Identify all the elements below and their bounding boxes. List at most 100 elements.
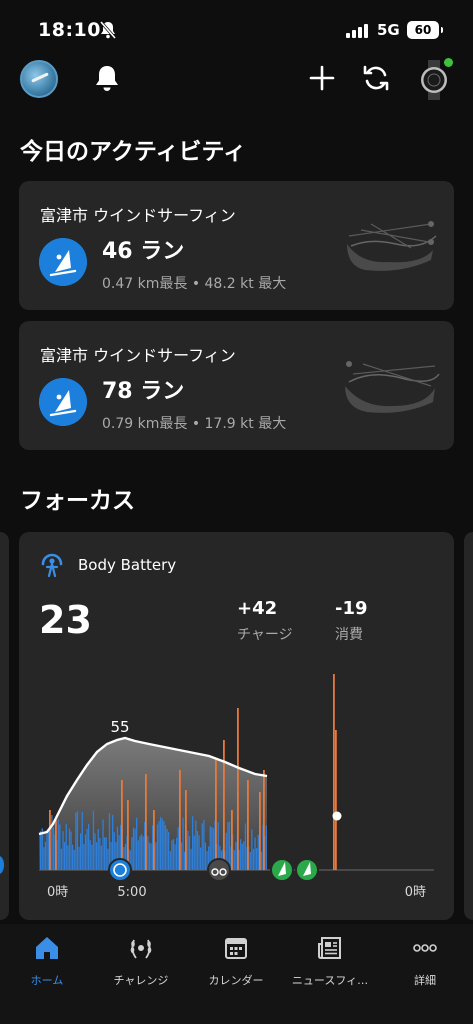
rest-bar xyxy=(235,841,237,870)
rest-bar xyxy=(142,836,144,870)
tab-newsfeed[interactable]: ニュースフィ… xyxy=(283,930,377,990)
section-title-focus: フォーカス xyxy=(20,488,135,514)
rest-bar xyxy=(80,833,82,870)
windsurfing-icon xyxy=(39,238,87,286)
rest-bar xyxy=(249,852,251,870)
notifications-bell-icon[interactable] xyxy=(91,62,123,94)
tab-more[interactable]: 詳細 xyxy=(378,930,472,990)
rest-bar xyxy=(96,842,98,870)
body-battery-chart[interactable]: 55 0時 5:00 0時 xyxy=(19,662,454,920)
rest-bar xyxy=(177,827,179,870)
stress-bar xyxy=(145,774,147,870)
tab-label: ホーム xyxy=(30,974,64,987)
rest-bar xyxy=(158,821,160,870)
tab-label: カレンダー xyxy=(208,974,264,987)
activity-location: 富津市 ウインドサーフィン xyxy=(40,206,236,225)
rest-bar xyxy=(59,824,61,870)
rest-bar xyxy=(252,848,255,870)
rest-bar xyxy=(260,851,263,870)
stress-bar xyxy=(259,792,261,870)
tab-home[interactable]: ホーム xyxy=(0,930,94,990)
tab-label: チャレンジ xyxy=(113,974,169,987)
rest-bar xyxy=(200,847,202,870)
rest-bar xyxy=(83,844,85,870)
rest-bar xyxy=(180,842,183,870)
stress-bar xyxy=(179,770,181,870)
rest-bar xyxy=(99,838,101,870)
home-icon xyxy=(36,937,58,959)
rest-bar xyxy=(192,816,194,870)
rest-bar xyxy=(265,825,267,870)
chart-peak-label: 55 xyxy=(110,718,129,736)
rest-bar xyxy=(67,845,69,870)
rest-bar xyxy=(57,819,59,870)
rest-bar xyxy=(160,817,162,870)
stress-bar xyxy=(185,790,187,870)
activity-runs: 46 ラン xyxy=(102,239,185,264)
rest-bar xyxy=(86,828,88,870)
status-bar: 18:10 5G 60 xyxy=(0,0,473,58)
battery-indicator: 60 xyxy=(407,21,443,39)
rest-bar xyxy=(172,839,175,870)
cycling-badge-icon xyxy=(207,858,231,882)
device-connected-dot xyxy=(444,58,453,67)
rest-bar xyxy=(228,821,231,870)
rest-bar xyxy=(176,837,178,870)
newspaper-icon xyxy=(318,937,341,959)
body-battery-charge: +42 xyxy=(237,598,278,619)
rest-bar xyxy=(134,828,136,870)
body-battery-drain: -19 xyxy=(335,598,368,619)
rest-bar xyxy=(251,829,253,870)
next-focus-card[interactable] xyxy=(464,532,473,920)
profile-avatar[interactable] xyxy=(20,60,58,98)
rest-bar xyxy=(60,848,63,870)
rest-bar xyxy=(188,836,191,870)
rest-bar xyxy=(256,848,258,870)
rest-bar xyxy=(136,817,138,870)
activity-detail: 0.79 km最長 • 17.9 kt 最大 xyxy=(102,416,287,432)
rest-bar xyxy=(148,842,151,870)
activity-card[interactable]: 富津市 ウインドサーフィン 78 ラン 0.79 km最長 • 17.9 kt … xyxy=(19,321,454,450)
windsurfing-icon xyxy=(39,378,87,426)
calendar-icon xyxy=(225,938,247,959)
rest-bar xyxy=(140,834,143,870)
rest-bar xyxy=(107,848,109,870)
add-icon[interactable] xyxy=(306,62,338,94)
sync-icon[interactable] xyxy=(360,62,392,94)
body-battery-drain-label: 消費 xyxy=(335,627,363,643)
rest-bar xyxy=(84,834,87,870)
body-battery-charge-label: チャージ xyxy=(237,627,293,643)
body-battery-card[interactable]: Body Battery 23 +42 チャージ -19 消費 55 0時 5:… xyxy=(19,532,454,920)
stress-bar xyxy=(333,674,335,870)
current-level-marker xyxy=(332,811,342,821)
stress-bar xyxy=(237,708,239,870)
chart-x-label-end: 0時 xyxy=(405,885,426,900)
network-type: 5G xyxy=(377,21,400,39)
tab-challenges[interactable]: チャレンジ xyxy=(94,930,188,990)
top-nav xyxy=(0,58,473,110)
stress-bar xyxy=(247,780,249,870)
body-battery-title: Body Battery xyxy=(78,556,177,574)
laurel-icon xyxy=(130,939,152,959)
rest-bar xyxy=(139,836,141,870)
stress-bar xyxy=(231,810,233,870)
rest-bar xyxy=(156,824,159,870)
rest-bar xyxy=(52,827,55,870)
activity-card[interactable]: 富津市 ウインドサーフィン 46 ラン 0.47 km最長 • 48.2 kt … xyxy=(19,181,454,310)
body-battery-icon xyxy=(41,553,63,578)
tab-label: ニュースフィ… xyxy=(291,974,369,987)
rest-bar xyxy=(94,833,96,870)
cellular-signal-icon xyxy=(346,24,370,38)
tab-calendar[interactable]: カレンダー xyxy=(189,930,283,990)
rest-bar xyxy=(166,828,168,870)
rest-bar xyxy=(131,837,133,870)
rest-bar xyxy=(70,831,72,870)
rest-bar xyxy=(169,851,171,870)
route-map-thumbnail xyxy=(345,361,440,413)
rest-bar xyxy=(187,830,189,870)
rest-bar xyxy=(243,841,245,870)
rest-bar xyxy=(190,848,192,870)
chart-x-label-5am: 5:00 xyxy=(117,885,146,900)
watch-device-icon[interactable] xyxy=(420,60,448,100)
rest-bar xyxy=(132,827,135,870)
